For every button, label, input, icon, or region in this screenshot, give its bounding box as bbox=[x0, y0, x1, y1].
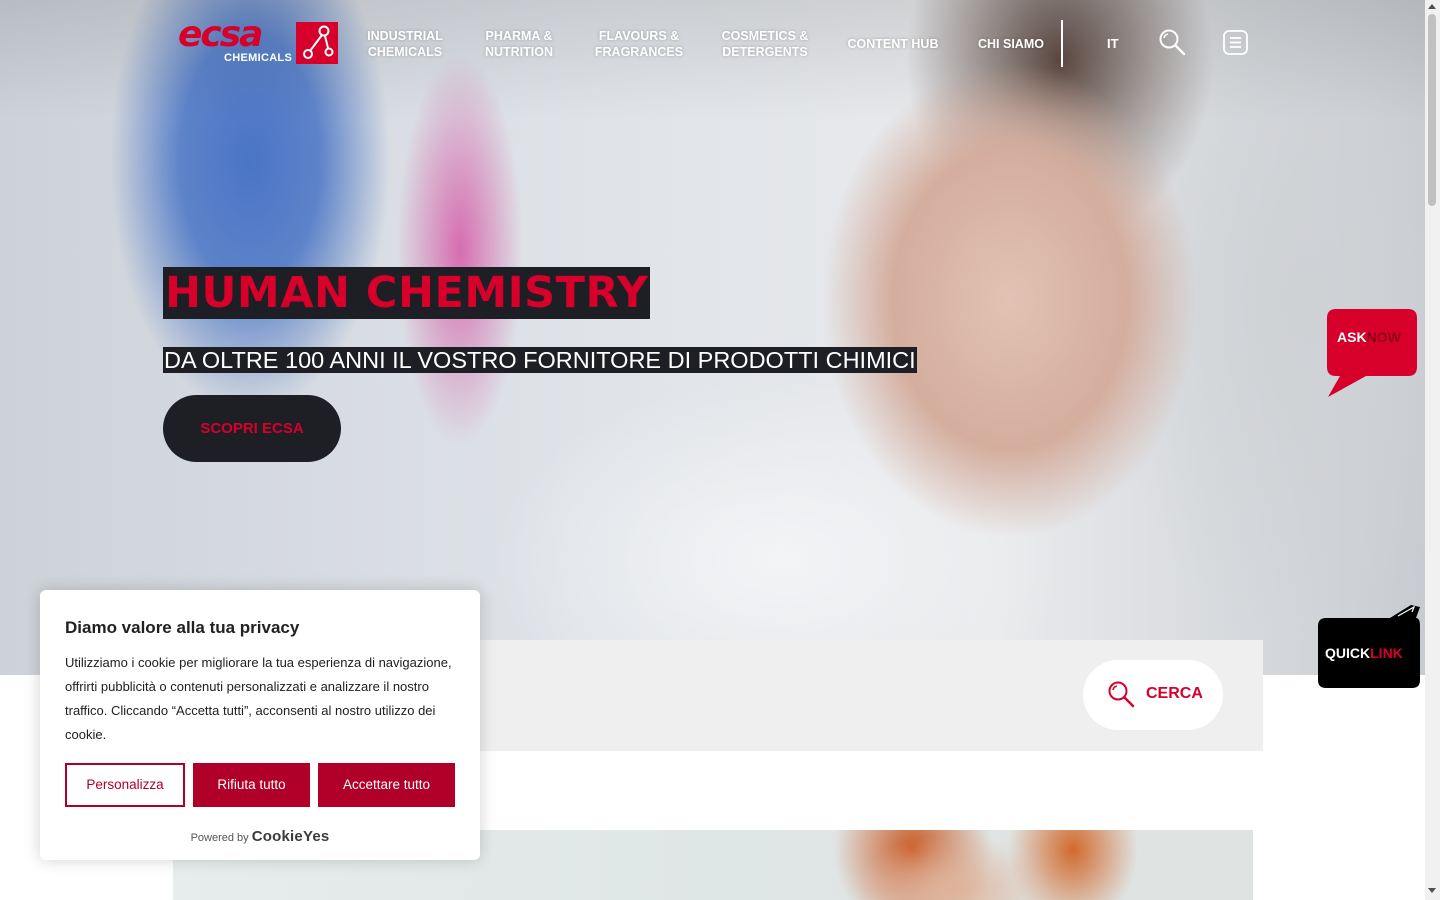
powered-by: Powered by CookieYes bbox=[40, 828, 480, 845]
logo-wordmark: ecsa bbox=[178, 14, 263, 55]
search-icon bbox=[1108, 681, 1135, 708]
cookie-consent-banner: Diamo valore alla tua privacy Utilizziam… bbox=[40, 590, 480, 860]
ecsa-logo[interactable]: ecsa CHEMICALS bbox=[178, 14, 340, 66]
nav-label-line2: NUTRITION bbox=[484, 45, 554, 59]
nav-label-line2: DETERGENTS bbox=[722, 45, 808, 59]
scroll-up-arrow-icon[interactable] bbox=[1428, 4, 1436, 9]
cookie-description: Utilizziamo i cookie per migliorare la t… bbox=[65, 655, 452, 742]
nav-flavours-fragrances[interactable]: FLAVOURS & FRAGRANCES bbox=[592, 28, 686, 60]
scrollbar-thumb[interactable] bbox=[1428, 14, 1436, 206]
ask-now-label: ASKNOW bbox=[1337, 329, 1401, 345]
nav-chi-siamo[interactable]: CHI SIAMO bbox=[976, 36, 1046, 52]
site-header: ecsa CHEMICALS INDUSTRIAL CHEMICALS PHAR… bbox=[0, 0, 1425, 90]
nav-label-line1: INDUSTRIAL bbox=[367, 29, 443, 43]
scroll-down-arrow-icon[interactable] bbox=[1428, 888, 1436, 893]
quick-label-part2: LINK bbox=[1370, 645, 1403, 661]
ask-now-button[interactable]: ASKNOW bbox=[1326, 308, 1418, 398]
nav-content-hub[interactable]: CONTENT HUB bbox=[846, 36, 940, 52]
accept-all-button[interactable]: Accettare tutto bbox=[318, 763, 455, 807]
discover-ecsa-button[interactable]: SCOPRI ECSA bbox=[163, 395, 341, 462]
nav-label-line1: COSMETICS & bbox=[721, 29, 809, 43]
hero-image-overlay bbox=[0, 0, 1425, 675]
quick-label-part1: QUICK bbox=[1325, 645, 1371, 661]
powered-by-label: Powered by bbox=[190, 832, 249, 844]
reject-all-button[interactable]: Rifiuta tutto bbox=[193, 763, 310, 807]
ask-label-part1: ASK bbox=[1337, 329, 1367, 345]
hero-banner bbox=[0, 0, 1425, 675]
cookieyes-logo[interactable]: CookieYes bbox=[252, 828, 330, 845]
ask-label-part2: NOW bbox=[1366, 329, 1401, 345]
quicklink-button[interactable]: QUICKLINK bbox=[1316, 604, 1424, 690]
customize-cookies-button[interactable]: Personalizza bbox=[65, 763, 185, 807]
hero-subtitle: DA OLTRE 100 ANNI IL VOSTRO FORNITORE DI… bbox=[163, 347, 917, 373]
cookie-title: Diamo valore alla tua privacy bbox=[65, 618, 300, 637]
search-button-label: CERCA bbox=[1146, 685, 1203, 702]
nav-label-line1: CHI SIAMO bbox=[978, 37, 1044, 51]
nav-label-line2: FRAGRANCES bbox=[594, 45, 684, 59]
nav-cosmetics-detergents[interactable]: COSMETICS & DETERGENTS bbox=[720, 28, 810, 60]
search-icon[interactable] bbox=[1158, 28, 1186, 56]
nav-label-line2: CHEMICALS bbox=[367, 45, 443, 59]
speech-bubble-icon bbox=[1327, 309, 1417, 397]
nav-pharma-nutrition[interactable]: PHARMA & NUTRITION bbox=[478, 28, 560, 60]
hero-title: HUMAN CHEMISTRY bbox=[163, 267, 651, 319]
molecule-icon bbox=[296, 22, 338, 64]
quicklink-label: QUICKLINK bbox=[1325, 645, 1403, 661]
nav-industrial-chemicals[interactable]: INDUSTRIAL CHEMICALS bbox=[362, 28, 448, 60]
nav-label-line1: PHARMA & bbox=[485, 29, 553, 43]
page-scrollbar[interactable] bbox=[1425, 0, 1440, 900]
nav-label-line1: CONTENT HUB bbox=[847, 37, 939, 51]
menu-icon[interactable] bbox=[1222, 29, 1250, 57]
logo-subtitle: CHEMICALS bbox=[224, 52, 293, 64]
language-selector[interactable]: IT bbox=[1107, 36, 1119, 51]
nav-divider bbox=[1061, 20, 1063, 67]
search-submit-button[interactable]: CERCA bbox=[1083, 660, 1223, 730]
nav-label-line1: FLAVOURS & bbox=[598, 29, 680, 43]
